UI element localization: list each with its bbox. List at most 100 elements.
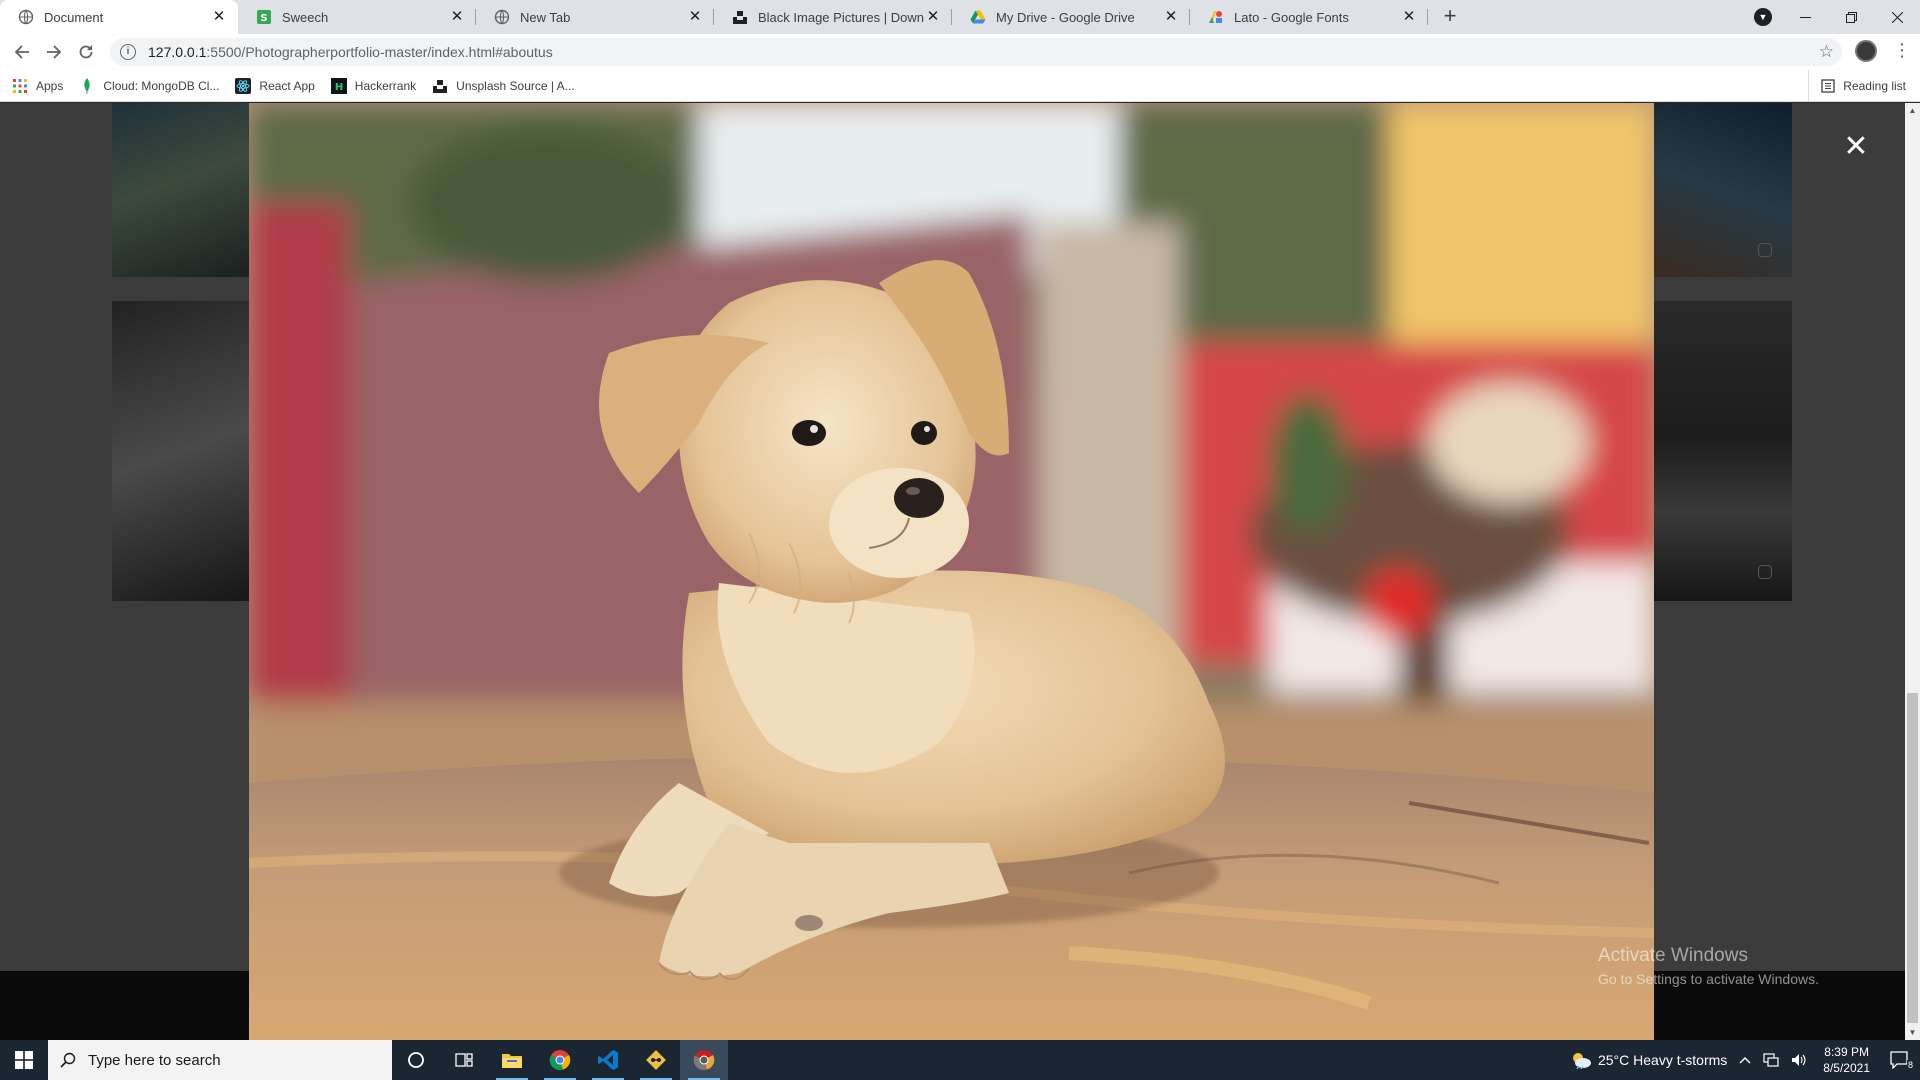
bookmark-mongodb[interactable]: Cloud: MongoDB Cl... [79,77,220,94]
tab-black-image-pictures[interactable]: Black Image Pictures | Download ✕ [714,0,952,34]
vscode-icon[interactable] [584,1040,632,1080]
bookmark-label: Apps [36,78,64,93]
gallery-tile[interactable] [112,103,252,277]
instagram-icon [1758,243,1772,257]
react-icon [235,77,252,94]
close-tab-icon[interactable]: ✕ [210,8,228,26]
lightbox-close-button[interactable]: ✕ [1842,132,1870,162]
forward-arrow-icon[interactable] [38,36,70,68]
tab-strip: Document ✕ S Sweech ✕ New Tab ✕ Black Im… [0,0,1920,34]
page-viewport [0,103,1905,1040]
close-tab-icon[interactable]: ✕ [924,8,942,26]
lightbox-image [249,103,1654,1040]
hackerrank-icon: H [330,77,347,94]
tab-google-drive[interactable]: My Drive - Google Drive ✕ [952,0,1190,34]
svg-text:S: S [260,13,267,24]
window-controls [1782,0,1920,34]
tab-new-tab[interactable]: New Tab ✕ [476,0,714,34]
restore-icon[interactable] [1828,1,1874,33]
tab-title: New Tab [520,9,571,25]
close-tab-icon[interactable]: ✕ [1162,8,1180,26]
activate-windows-watermark: Activate Windows Go to Settings to activ… [1598,945,1819,987]
bookmarks-bar: Apps Cloud: MongoDB Cl... React App H Ha… [0,70,1920,102]
volume-icon[interactable] [1791,1053,1807,1067]
weather-text: 25°C Heavy t-storms [1597,1052,1728,1068]
notification-center-icon[interactable]: 8 [1880,1040,1920,1080]
watermark-title: Activate Windows [1598,945,1748,966]
network-icon[interactable] [1763,1053,1779,1067]
puppy-photo [249,103,1654,1040]
file-explorer-icon[interactable] [488,1040,536,1080]
search-icon [60,1052,76,1068]
tab-sweech[interactable]: S Sweech ✕ [238,0,476,34]
svg-text:H: H [335,82,343,93]
tab-title: Sweech [282,9,329,25]
clock-date: 8/5/2021 [1823,1061,1870,1075]
windows-start-icon[interactable] [0,1040,48,1080]
instagram-icon [1758,565,1772,579]
tab-title: Lato - Google Fonts [1234,9,1349,25]
system-clock[interactable]: 8:39 PM 8/5/2021 [1823,1044,1870,1076]
tab-title: Document [44,9,104,25]
apps-grid-icon [12,78,28,94]
tab-title: My Drive - Google Drive [996,9,1135,25]
url-path: :5500/Photographerportfolio-master/index… [206,44,553,60]
google-fonts-icon [1208,9,1224,25]
gallery-tile[interactable] [1650,103,1792,277]
close-tab-icon[interactable]: ✕ [448,8,466,26]
scroll-down-arrow-icon[interactable]: ▼ [1905,1025,1920,1040]
bookmark-star-icon[interactable]: ☆ [1819,42,1834,62]
tab-title: Black Image Pictures | Download [758,9,924,25]
close-tab-icon[interactable]: ✕ [1400,8,1418,26]
bookmark-unsplash-source[interactable]: Unsplash Source | A... [432,78,575,94]
reload-icon[interactable] [70,36,102,68]
browser-toolbar: i 127.0.0.1:5500/Photographerportfolio-m… [0,34,1920,70]
cortana-icon[interactable] [392,1040,440,1080]
bookmark-label: Unsplash Source | A... [456,78,575,93]
reading-list-label: Reading list [1843,79,1906,93]
gallery-tile[interactable] [1650,301,1792,601]
close-window-icon[interactable] [1874,1,1920,33]
new-tab-button[interactable]: + [1436,3,1464,31]
task-view-icon[interactable] [440,1040,488,1080]
show-hidden-icons-chevron-icon[interactable] [1739,1056,1751,1064]
url-host: 127.0.0.1 [148,44,207,60]
close-tab-icon[interactable]: ✕ [686,8,704,26]
watermark-subtitle: Go to Settings to activate Windows. [1598,971,1819,987]
scrollbar-thumb[interactable] [1907,693,1918,1023]
page-scrollbar[interactable]: ▲ ▼ [1905,103,1920,1040]
scroll-up-arrow-icon[interactable]: ▲ [1905,103,1920,118]
site-info-icon[interactable]: i [120,44,136,60]
reading-list-icon [1821,79,1835,93]
google-drive-icon [970,9,986,25]
tab-search-icon[interactable]: ▼ [1754,8,1772,26]
bookmark-react-app[interactable]: React App [235,77,315,94]
profile-avatar[interactable] [1855,40,1877,62]
address-bar[interactable]: i 127.0.0.1:5500/Photographerportfolio-m… [110,38,1842,66]
windows-taskbar: Type here to search 25°C Heavy t-storms [0,1040,1920,1080]
search-placeholder: Type here to search [88,1051,221,1069]
bookmark-apps[interactable]: Apps [12,78,63,94]
unsplash-icon [732,9,748,25]
bookmark-hackerrank[interactable]: H Hackerrank [330,77,417,94]
chrome-canary-icon[interactable] [680,1040,728,1080]
mongodb-leaf-icon [79,77,95,94]
weather-widget[interactable]: 25°C Heavy t-storms [1570,1051,1727,1069]
tab-separator [1427,9,1428,25]
taskbar-search-box[interactable]: Type here to search [48,1040,392,1080]
git-icon[interactable] [632,1040,680,1080]
tab-google-fonts[interactable]: Lato - Google Fonts ✕ [1190,0,1428,34]
gallery-tile[interactable] [112,301,252,601]
system-tray: 25°C Heavy t-storms 8:39 PM 8/5/2021 8 [1564,1040,1920,1080]
back-arrow-icon[interactable] [6,36,38,68]
bookmark-label: Cloud: MongoDB Cl... [103,78,220,93]
weather-cloud-icon [1572,1053,1591,1069]
tab-document[interactable]: Document ✕ [0,0,238,34]
reading-list-button[interactable]: Reading list [1808,70,1906,102]
more-menu-icon[interactable]: ⋮ [1893,40,1911,62]
globe-icon [18,9,34,25]
chrome-icon[interactable] [536,1040,584,1080]
notification-count: 8 [1906,1060,1914,1070]
minimize-icon[interactable] [1782,1,1828,33]
bookmark-label: Hackerrank [354,78,417,93]
